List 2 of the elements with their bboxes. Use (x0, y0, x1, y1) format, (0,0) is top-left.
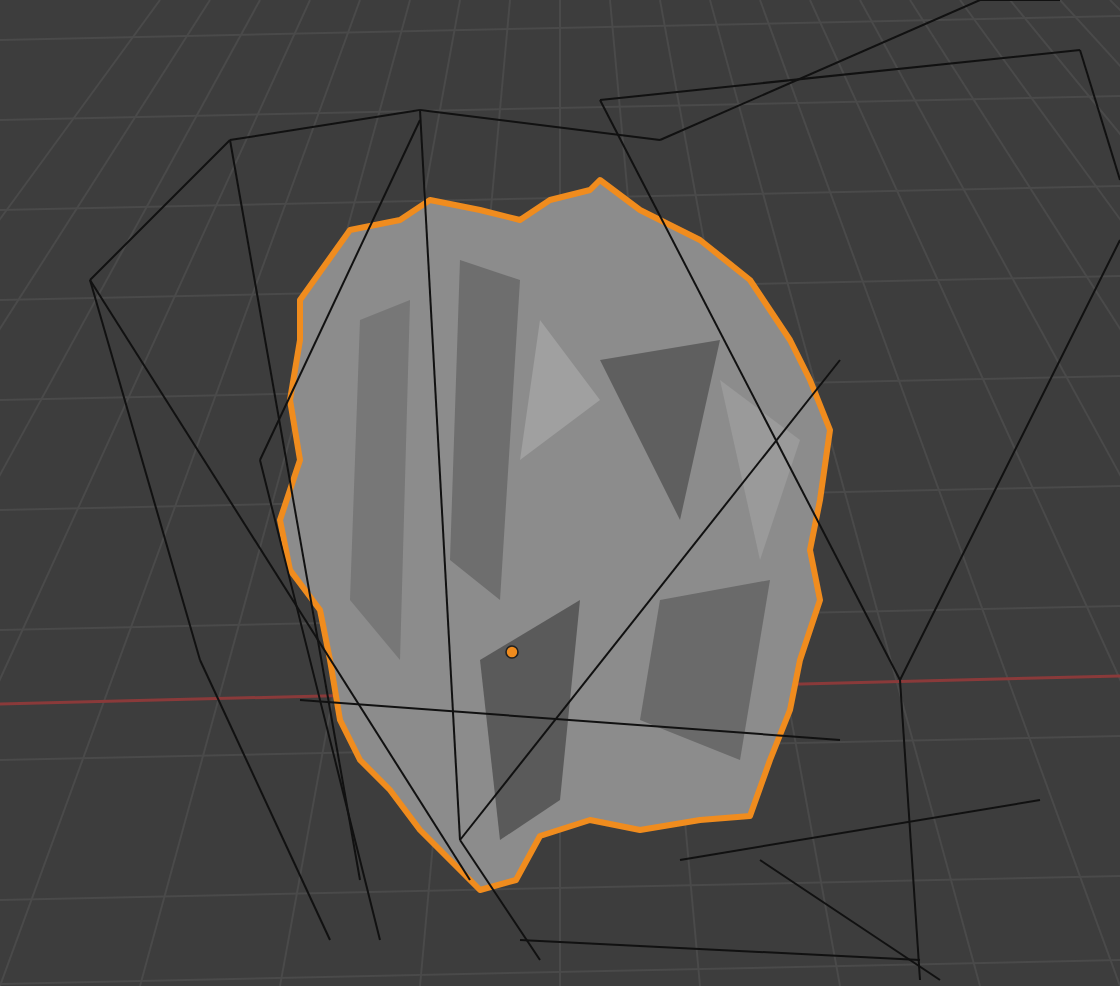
rock-mesh-drawing[interactable] (277, 177, 833, 893)
object-origin-dot (505, 645, 519, 659)
